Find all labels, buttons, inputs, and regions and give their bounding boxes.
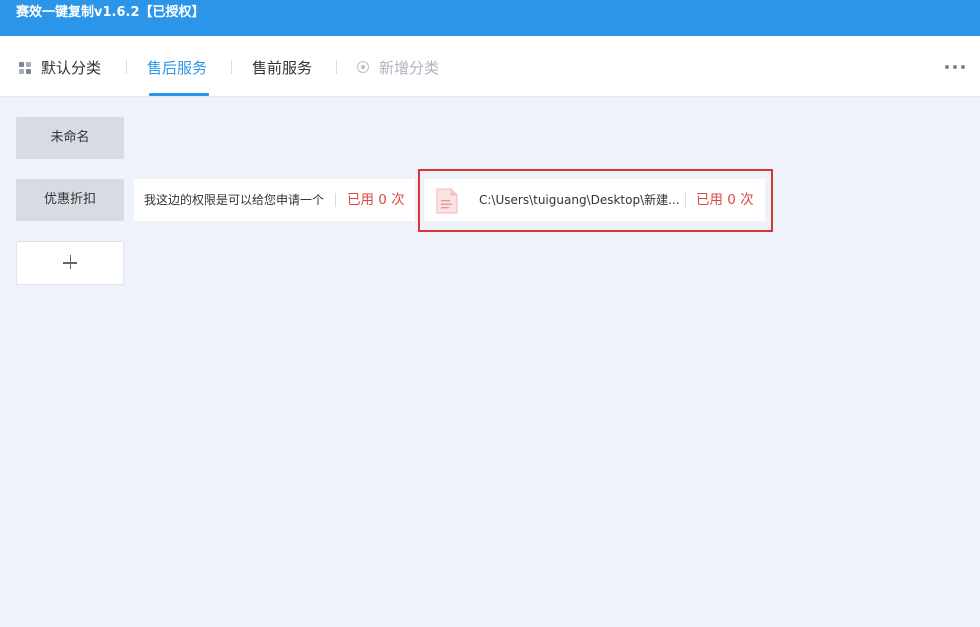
tab-separator (231, 60, 232, 74)
snippet-item-text[interactable]: 我这边的权限是可以给您申请一个 已用 0 次 (134, 179, 415, 221)
category-button-unnamed[interactable]: 未命名 (16, 117, 124, 159)
title-bar: 赛效一键复制v1.6.2【已授权】 (0, 0, 980, 36)
category-button-discount[interactable]: 优惠折扣 (16, 179, 124, 221)
tab-pre-sales[interactable]: 售前服务 (252, 56, 312, 80)
grid-icon (19, 62, 32, 75)
item-divider (335, 193, 336, 207)
tab-separator (126, 60, 127, 74)
highlight-box (418, 169, 773, 232)
tab-separator (336, 60, 337, 74)
active-tab-indicator (149, 93, 209, 96)
category-tab-bar: 默认分类 售后服务 售前服务 新增分类 (0, 36, 980, 97)
add-group-button[interactable] (16, 241, 124, 285)
usage-count: 已用 0 次 (347, 192, 405, 208)
tab-default-category[interactable]: 默认分类 (41, 56, 101, 80)
window-title: 赛效一键复制v1.6.2【已授权】 (16, 5, 205, 20)
add-circle-icon (357, 61, 369, 73)
snippet-text: 我这边的权限是可以给您申请一个 (144, 193, 325, 207)
tab-after-sales[interactable]: 售后服务 (147, 56, 207, 80)
more-options-icon[interactable] (944, 64, 966, 70)
tab-add-category[interactable]: 新增分类 (379, 56, 439, 80)
